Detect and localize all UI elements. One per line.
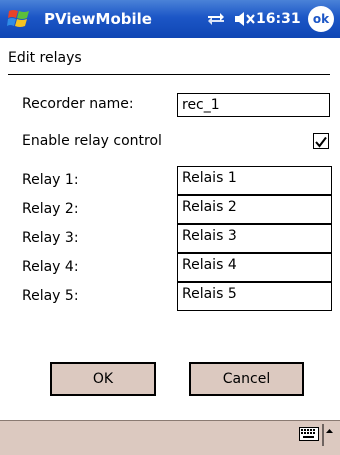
relay-3-input[interactable]: Relais 3	[177, 224, 332, 253]
heading-divider	[8, 74, 330, 75]
title-bar: PViewMobile 16:31 ok	[0, 0, 340, 38]
relay-1-label: Relay 1:	[22, 172, 79, 188]
relay-4-input[interactable]: Relais 4	[177, 253, 332, 282]
recorder-name-input[interactable]: rec_1	[177, 93, 330, 117]
relay-5-input[interactable]: Relais 5	[177, 282, 332, 311]
clock[interactable]: 16:31	[256, 0, 301, 38]
relay-3-label: Relay 3:	[22, 230, 79, 246]
relay-4-label: Relay 4:	[22, 259, 79, 275]
checkmark-icon	[315, 136, 327, 148]
windows-start-icon[interactable]	[6, 6, 32, 32]
connectivity-icon[interactable]	[206, 11, 226, 27]
menu-bar	[0, 420, 340, 455]
volume-off-icon[interactable]	[234, 10, 256, 28]
relay-2-input[interactable]: Relais 2	[177, 195, 332, 224]
ok-title-button[interactable]: ok	[308, 6, 334, 32]
cancel-button[interactable]: Cancel	[189, 362, 304, 396]
enable-relay-checkbox[interactable]	[313, 133, 329, 149]
recorder-name-label: Recorder name:	[22, 96, 134, 112]
ok-button[interactable]: OK	[50, 362, 156, 396]
page-title: Edit relays	[8, 50, 82, 66]
relay-2-label: Relay 2:	[22, 201, 79, 217]
keyboard-icon[interactable]	[299, 427, 319, 441]
relay-1-input[interactable]: Relais 1	[177, 166, 332, 195]
app-title: PViewMobile	[44, 10, 152, 28]
chevron-up-icon[interactable]	[322, 424, 334, 446]
relay-5-label: Relay 5:	[22, 288, 79, 304]
enable-relay-label: Enable relay control	[22, 133, 162, 149]
